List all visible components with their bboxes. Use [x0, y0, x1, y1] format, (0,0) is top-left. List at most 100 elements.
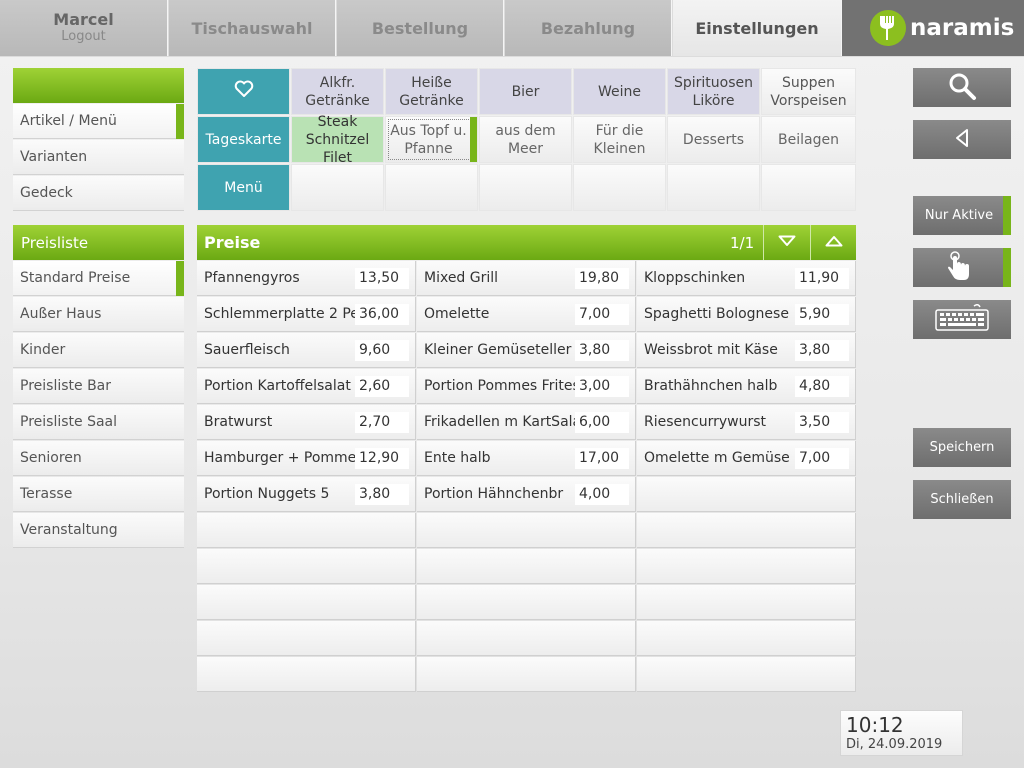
sidebar-item-preisliste-saal[interactable]: Preisliste Saal: [13, 405, 184, 440]
category-heisse-getraenke[interactable]: Heiße Getränke: [385, 68, 478, 115]
price-item[interactable]: Portion Pommes Frites 3,00: [417, 369, 636, 404]
price-value-field[interactable]: 19,80: [575, 268, 629, 289]
page-up-button[interactable]: [810, 225, 856, 260]
page-down-button[interactable]: [763, 225, 809, 260]
price-empty-slot[interactable]: [637, 657, 856, 692]
sidebar-item-senioren[interactable]: Senioren: [13, 441, 184, 476]
sidebar-item-standard-preise[interactable]: Standard Preise: [13, 261, 184, 296]
category-alkfr-getraenke[interactable]: Alkfr. Getränke: [291, 68, 384, 115]
tab-bestellung[interactable]: Bestellung: [337, 0, 504, 56]
nur-aktive-toggle[interactable]: Nur Aktive: [913, 196, 1011, 235]
price-item[interactable]: Frikadellen m KartSalat 6,00: [417, 405, 636, 440]
price-value-field[interactable]: 17,00: [575, 448, 629, 469]
close-button[interactable]: Schließen: [913, 480, 1011, 519]
price-item[interactable]: Portion Kartoffelsalat 2,60: [197, 369, 416, 404]
save-button[interactable]: Speichern: [913, 428, 1011, 467]
price-empty-slot[interactable]: [417, 513, 636, 548]
category-suppen-vorspeisen[interactable]: Suppen Vorspeisen: [761, 68, 856, 115]
sidebar-item-preisliste-bar[interactable]: Preisliste Bar: [13, 369, 184, 404]
price-empty-slot[interactable]: [197, 657, 416, 692]
keyboard-button[interactable]: [913, 300, 1011, 339]
sidebar-item-varianten[interactable]: Varianten: [13, 140, 184, 175]
price-item[interactable]: Sauerfleisch 9,60: [197, 333, 416, 368]
sidebar-item-ausser-haus[interactable]: Außer Haus: [13, 297, 184, 332]
price-empty-slot[interactable]: [637, 585, 856, 620]
price-item[interactable]: Portion Nuggets 5 3,80: [197, 477, 416, 512]
category-aus-topf-u-pfanne[interactable]: Aus Topf u. Pfanne: [385, 116, 478, 163]
price-empty-slot[interactable]: [637, 621, 856, 656]
price-value-field[interactable]: 36,00: [355, 304, 409, 325]
category-aus-dem-meer[interactable]: aus dem Meer: [479, 116, 572, 163]
category-steak-schnitzel-filet[interactable]: Steak Schnitzel Filet: [291, 114, 384, 166]
price-empty-slot[interactable]: [197, 549, 416, 584]
category-bier[interactable]: Bier: [479, 68, 572, 115]
price-item[interactable]: Ente halb 17,00: [417, 441, 636, 476]
price-item[interactable]: Kloppschinken 11,90: [637, 261, 856, 296]
price-value-field[interactable]: 3,50: [795, 412, 849, 433]
price-empty-slot[interactable]: [637, 513, 856, 548]
sidebar-item-gedeck[interactable]: Gedeck: [13, 176, 184, 211]
sidebar-item-terasse[interactable]: Terasse: [13, 477, 184, 512]
price-item[interactable]: Omelette m Gemüse 7,00: [637, 441, 856, 476]
price-item[interactable]: Weissbrot mit Käse 3,80: [637, 333, 856, 368]
price-value-field[interactable]: 9,60: [355, 340, 409, 361]
price-value-field[interactable]: 11,90: [795, 268, 849, 289]
price-empty-slot[interactable]: [637, 549, 856, 584]
price-item[interactable]: Pfannengyros 13,50: [197, 261, 416, 296]
touch-mode-toggle[interactable]: [913, 248, 1011, 287]
price-value-field[interactable]: 13,50: [355, 268, 409, 289]
price-item[interactable]: Hamburger + Pommes 12,90: [197, 441, 416, 476]
price-empty-slot[interactable]: [417, 549, 636, 584]
price-value-field[interactable]: 4,00: [575, 484, 629, 505]
price-empty-slot[interactable]: [417, 585, 636, 620]
price-item[interactable]: Spaghetti Bolognese 5,90: [637, 297, 856, 332]
category-empty-slot[interactable]: [479, 164, 572, 211]
sidebar-item-artikel-menu[interactable]: Artikel / Menü: [13, 104, 184, 139]
category-empty-slot[interactable]: [573, 164, 666, 211]
tab-einstellungen[interactable]: Einstellungen: [673, 0, 842, 56]
category-fuer-die-kleinen[interactable]: Für die Kleinen: [573, 116, 666, 163]
category-empty-slot[interactable]: [761, 164, 856, 211]
price-value-field[interactable]: 7,00: [795, 448, 849, 469]
price-item[interactable]: Portion Hähnchenbr 4,00: [417, 477, 636, 512]
price-value-field[interactable]: 3,80: [355, 484, 409, 505]
category-beilagen[interactable]: Beilagen: [761, 116, 856, 163]
price-empty-slot[interactable]: [197, 585, 416, 620]
price-value-field[interactable]: 7,00: [575, 304, 629, 325]
tab-bezahlung[interactable]: Bezahlung: [505, 0, 672, 56]
price-empty-slot[interactable]: [637, 477, 856, 512]
category-weine[interactable]: Weine: [573, 68, 666, 115]
search-button[interactable]: [913, 68, 1011, 107]
category-empty-slot[interactable]: [291, 164, 384, 211]
back-button[interactable]: [913, 120, 1011, 159]
category-favorites[interactable]: [197, 68, 290, 115]
price-empty-slot[interactable]: [417, 657, 636, 692]
price-empty-slot[interactable]: [417, 621, 636, 656]
price-value-field[interactable]: 4,80: [795, 376, 849, 397]
category-menue[interactable]: Menü: [197, 164, 290, 211]
price-empty-slot[interactable]: [197, 621, 416, 656]
price-value-field[interactable]: 6,00: [575, 412, 629, 433]
price-item[interactable]: Mixed Grill 19,80: [417, 261, 636, 296]
tab-tischauswahl[interactable]: Tischauswahl: [169, 0, 336, 56]
price-item[interactable]: Riesencurrywurst 3,50: [637, 405, 856, 440]
category-desserts[interactable]: Desserts: [667, 116, 760, 163]
price-item[interactable]: Schlemmerplatte 2 Pers 36,00: [197, 297, 416, 332]
category-spirituosen-likoere[interactable]: Spirituosen Liköre: [667, 68, 760, 115]
category-empty-slot[interactable]: [667, 164, 760, 211]
user-logout-button[interactable]: Marcel Logout: [0, 0, 168, 56]
price-value-field[interactable]: 3,80: [575, 340, 629, 361]
category-empty-slot[interactable]: [385, 164, 478, 211]
price-item[interactable]: Kleiner Gemüseteller 3,80: [417, 333, 636, 368]
price-value-field[interactable]: 12,90: [355, 448, 409, 469]
price-item[interactable]: Bratwurst 2,70: [197, 405, 416, 440]
price-empty-slot[interactable]: [197, 513, 416, 548]
category-tageskarte[interactable]: Tageskarte: [197, 116, 290, 163]
price-item[interactable]: Brathähnchen halb 4,80: [637, 369, 856, 404]
price-value-field[interactable]: 3,80: [795, 340, 849, 361]
sidebar-item-veranstaltung[interactable]: Veranstaltung: [13, 513, 184, 548]
price-value-field[interactable]: 2,60: [355, 376, 409, 397]
price-value-field[interactable]: 3,00: [575, 376, 629, 397]
price-value-field[interactable]: 5,90: [795, 304, 849, 325]
price-item[interactable]: Omelette 7,00: [417, 297, 636, 332]
